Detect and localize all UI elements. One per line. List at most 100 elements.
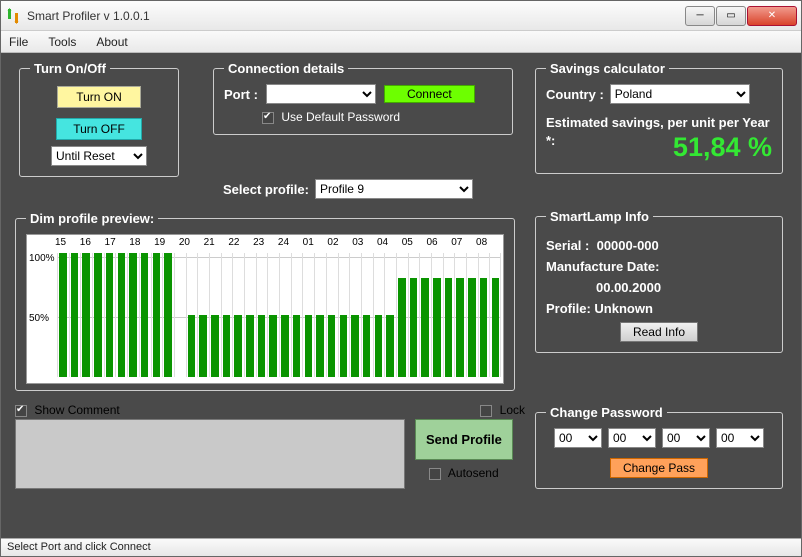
app-icon: [5, 8, 21, 24]
lampinfo-legend: SmartLamp Info: [546, 209, 653, 224]
bar: [351, 315, 359, 377]
bar: [480, 278, 488, 377]
bar-cell: [466, 253, 477, 377]
x-tick: 06: [426, 237, 451, 248]
x-tick: 03: [352, 237, 377, 248]
connection-legend: Connection details: [224, 61, 348, 76]
bar-cell: [127, 253, 138, 377]
bar-cell: [279, 253, 290, 377]
bar: [386, 315, 394, 377]
bar: [340, 315, 348, 377]
select-profile-dropdown[interactable]: Profile 9: [315, 179, 473, 199]
turn-mode-select[interactable]: Until Reset: [51, 146, 147, 166]
bar-cell: [408, 253, 419, 377]
bar-cell: [396, 253, 407, 377]
menu-file[interactable]: File: [9, 35, 28, 49]
dim-profile-group: Dim profile preview: 1516171819202122232…: [15, 211, 515, 391]
bar-cell: [256, 253, 267, 377]
x-tick: 16: [80, 237, 105, 248]
chpass-3[interactable]: 00: [662, 428, 710, 448]
bar: [129, 253, 137, 377]
bar: [293, 315, 301, 377]
read-info-button[interactable]: Read Info: [620, 322, 698, 342]
x-tick: 18: [129, 237, 154, 248]
comment-textarea[interactable]: [15, 419, 405, 489]
serial-label: Serial :: [546, 238, 589, 253]
profile-label: Profile:: [546, 301, 591, 316]
use-default-password-label: Use Default Password: [281, 110, 400, 124]
bar-cell: [197, 253, 208, 377]
bar: [456, 278, 464, 377]
bar: [118, 253, 126, 377]
turn-onoff-group: Turn On/Off Turn ON Turn OFF Until Reset: [19, 61, 179, 177]
bar-cell: [373, 253, 384, 377]
bar-cell: [384, 253, 395, 377]
bar: [433, 278, 441, 377]
bar-cell: [314, 253, 325, 377]
x-tick: 17: [105, 237, 130, 248]
bar: [328, 315, 336, 377]
bar: [94, 253, 102, 377]
bar-cell: [338, 253, 349, 377]
menu-tools[interactable]: Tools: [48, 35, 76, 49]
bar: [106, 253, 114, 377]
bar-cell: [209, 253, 220, 377]
maximize-button[interactable]: ▭: [716, 6, 746, 26]
change-pass-button[interactable]: Change Pass: [610, 458, 708, 478]
connection-group: Connection details Port : Connect Use De…: [213, 61, 513, 135]
bar: [211, 315, 219, 377]
chpass-legend: Change Password: [546, 405, 667, 420]
bar: [164, 253, 172, 377]
country-select[interactable]: Poland: [610, 84, 750, 104]
x-tick: 20: [179, 237, 204, 248]
autosend-checkbox[interactable]: [429, 468, 441, 480]
autosend-label: Autosend: [448, 466, 499, 480]
port-select[interactable]: [266, 84, 376, 104]
bar: [223, 315, 231, 377]
x-tick: 08: [476, 237, 501, 248]
chpass-4[interactable]: 00: [716, 428, 764, 448]
minimize-button[interactable]: ─: [685, 6, 715, 26]
bar-cell: [115, 253, 126, 377]
turn-on-button[interactable]: Turn ON: [57, 86, 141, 108]
bar: [468, 278, 476, 377]
x-tick: 04: [377, 237, 402, 248]
show-comment-checkbox[interactable]: [15, 405, 27, 417]
bar-cell: [221, 253, 232, 377]
dim-profile-chart: 151617181920212223240102030405060708 100…: [26, 234, 504, 384]
send-profile-button[interactable]: Send Profile: [415, 419, 513, 460]
bar-cell: [186, 253, 197, 377]
chpass-1[interactable]: 00: [554, 428, 602, 448]
select-profile-label: Select profile:: [223, 182, 309, 197]
lock-checkbox[interactable]: [480, 405, 492, 417]
chpass-2[interactable]: 00: [608, 428, 656, 448]
close-button[interactable]: ✕: [747, 6, 797, 26]
bar: [269, 315, 277, 377]
bar-cell: [151, 253, 162, 377]
estimated-savings-value: 51,84 %: [673, 132, 772, 163]
bar-cell: [454, 253, 465, 377]
bar-cell: [104, 253, 115, 377]
bar: [188, 315, 196, 377]
menu-about[interactable]: About: [96, 35, 127, 49]
bar: [398, 278, 406, 377]
x-tick: 02: [327, 237, 352, 248]
savings-group: Savings calculator Country : Poland Esti…: [535, 61, 783, 174]
y-tick-100: 100%: [29, 253, 55, 264]
profile-value: Unknown: [594, 301, 653, 316]
bar-cell: [478, 253, 489, 377]
bar-cell: [232, 253, 243, 377]
bar-cell: [174, 253, 185, 377]
bar-cell: [361, 253, 372, 377]
turn-off-button[interactable]: Turn OFF: [56, 118, 142, 140]
bar: [246, 315, 254, 377]
bar: [82, 253, 90, 377]
bar-cell: [443, 253, 454, 377]
connect-button[interactable]: Connect: [384, 85, 475, 103]
bar: [363, 315, 371, 377]
bar-cell: [489, 253, 501, 377]
bar: [410, 278, 418, 377]
bar: [305, 315, 313, 377]
x-tick: 24: [278, 237, 303, 248]
use-default-password-checkbox[interactable]: [262, 112, 274, 124]
